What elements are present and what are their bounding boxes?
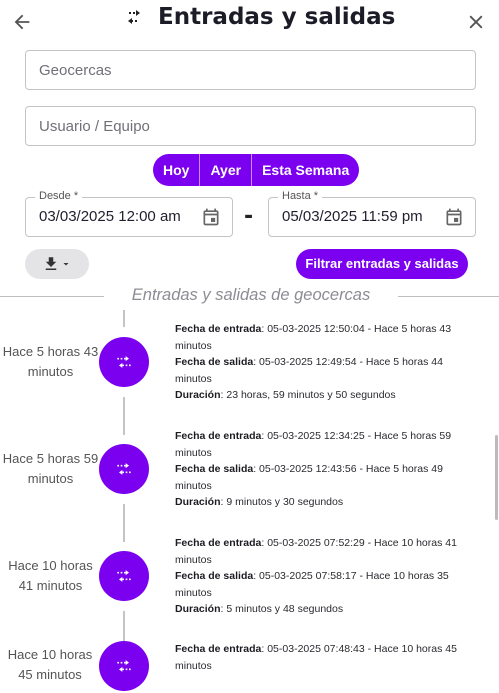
section-divider-left — [0, 296, 104, 297]
event-marker[interactable] — [99, 337, 149, 387]
duration-line: Duración: 23 horas, 59 minutos y 50 segu… — [175, 389, 396, 401]
page-title: Entradas y salidas — [158, 4, 396, 30]
to-date-field[interactable]: Hasta * 05/03/2025 11:59 pm — [268, 190, 476, 237]
exit-line: Fecha de salida: 05-03-2025 12:43:56 - H… — [175, 463, 443, 492]
event-marker[interactable] — [99, 641, 149, 691]
timeline-connector — [123, 504, 125, 542]
exit-line: Fecha de salida: 05-03-2025 07:58:17 - H… — [175, 570, 449, 599]
chevron-down-icon — [63, 263, 69, 266]
geofences-input[interactable] — [26, 51, 475, 89]
quick-range-group: Hoy Ayer Esta Semana — [153, 154, 360, 186]
swap-arrows-icon — [128, 10, 140, 24]
close-icon — [469, 15, 483, 29]
timeline-connector — [123, 611, 125, 641]
event-details: Fecha de entrada: 05-03-2025 07:52:29 - … — [175, 535, 475, 618]
filter-button[interactable]: Filtrar entradas y salidas — [296, 249, 468, 279]
event-details: Fecha de entrada: 05-03-2025 12:50:04 - … — [175, 321, 475, 404]
swap-arrows-icon — [117, 570, 131, 582]
swap-arrows-icon — [117, 463, 131, 475]
duration-value: 23 horas, 59 minutos y 50 segundos — [226, 389, 396, 401]
entry-line: Fecha de entrada: 05-03-2025 12:34:25 - … — [175, 430, 452, 459]
range-today-button[interactable]: Hoy — [153, 154, 201, 186]
download-icon — [45, 257, 57, 270]
range-yesterday-button[interactable]: Ayer — [200, 154, 253, 186]
entry-line: Fecha de entrada: 05-03-2025 07:48:43 - … — [175, 643, 457, 672]
event-time-ago: Hace 5 horas 43 minutos — [2, 344, 99, 379]
duration-line: Duración: 5 minutos y 48 segundos — [175, 603, 344, 615]
timeline-connector — [123, 397, 125, 435]
calendar-icon[interactable] — [444, 207, 464, 227]
back-button[interactable] — [8, 8, 36, 36]
event-details: Fecha de entrada: 05-03-2025 07:48:43 - … — [175, 641, 475, 674]
timeline: Hace 5 horas 43 minutos Fecha de entrada… — [0, 310, 492, 693]
geofences-field[interactable] — [25, 50, 476, 90]
section-divider-right — [398, 296, 499, 297]
exit-line: Fecha de salida: 05-03-2025 12:49:54 - H… — [175, 356, 443, 385]
from-date-value[interactable]: 03/03/2025 12:00 am — [39, 208, 181, 225]
duration-value: 9 minutos y 30 segundos — [226, 496, 344, 508]
download-menu-button[interactable] — [25, 249, 89, 279]
entry-line: Fecha de entrada: 05-03-2025 12:50:04 - … — [175, 323, 452, 352]
entry-line: Fecha de entrada: 05-03-2025 07:52:29 - … — [175, 537, 457, 566]
section-title: Entradas y salidas de geocercas — [131, 286, 371, 304]
swap-arrows-icon — [117, 660, 131, 672]
calendar-icon[interactable] — [201, 207, 221, 227]
from-date-field[interactable]: Desde * 03/03/2025 12:00 am — [25, 190, 233, 237]
event-time-ago: Hace 10 horas 41 minutos — [8, 558, 93, 593]
range-this-week-button[interactable]: Esta Semana — [252, 154, 359, 186]
event-time-ago: Hace 10 horas 45 minutos — [7, 647, 93, 682]
event-details: Fecha de entrada: 05-03-2025 12:34:25 - … — [175, 428, 475, 511]
user-equipment-input[interactable] — [26, 107, 475, 145]
swap-arrows-icon — [117, 356, 131, 368]
duration-line: Duración: 9 minutos y 30 segundos — [175, 496, 344, 508]
scrollbar-thumb[interactable] — [495, 435, 498, 520]
close-button[interactable] — [462, 8, 490, 36]
duration-value: 5 minutos y 48 segundos — [226, 603, 344, 615]
date-range-separator: - — [244, 204, 254, 229]
user-field[interactable] — [25, 106, 476, 146]
event-marker[interactable] — [99, 444, 149, 494]
header: Entradas y salidas — [0, 0, 499, 44]
event-marker[interactable] — [99, 551, 149, 601]
event-time-ago: Hace 5 horas 59 minutos — [2, 451, 99, 486]
to-date-value[interactable]: 05/03/2025 11:59 pm — [282, 208, 423, 225]
from-date-label: Desde * — [35, 190, 83, 202]
to-date-label: Hasta * — [278, 190, 323, 202]
arrow-left-icon — [14, 14, 30, 30]
timeline-connector — [123, 310, 125, 327]
